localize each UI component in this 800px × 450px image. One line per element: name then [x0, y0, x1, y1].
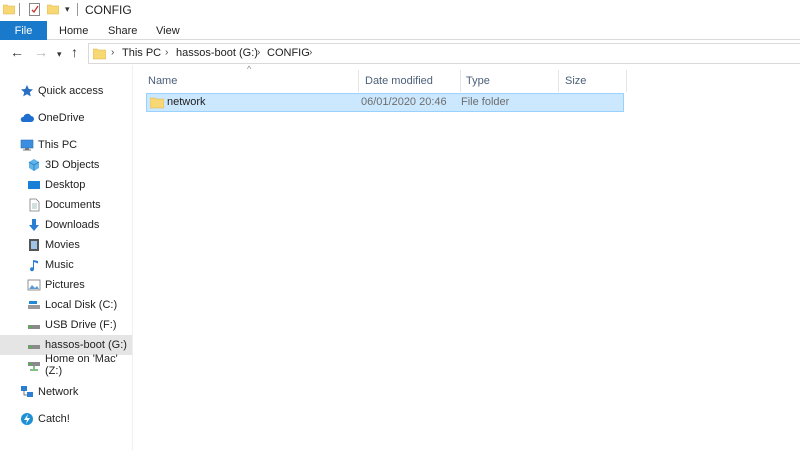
breadcrumb-this-pc[interactable]: This PC	[122, 47, 161, 59]
breadcrumb-chevron-icon[interactable]: ›	[165, 47, 168, 58]
nav-item-label: 3D Objects	[45, 159, 100, 171]
tab-file[interactable]: File	[0, 21, 47, 40]
star-icon	[20, 84, 34, 98]
film-icon	[27, 238, 41, 252]
nav-item-movies[interactable]: Movies	[0, 235, 132, 255]
cloud-icon	[20, 111, 34, 125]
tab-view[interactable]: View	[156, 21, 180, 40]
nav-item-label: Documents	[45, 199, 101, 211]
nav-item-usb-drive[interactable]: USB Drive (F:)	[0, 315, 132, 335]
nav-item-label: OneDrive	[38, 112, 85, 124]
network-drive-icon	[27, 358, 41, 372]
nav-item-label: Home on 'Mac' (Z:)	[45, 353, 118, 377]
column-divider[interactable]	[460, 70, 461, 92]
divider	[77, 3, 78, 16]
folder-icon[interactable]	[3, 3, 15, 15]
window-title: CONFIG	[85, 3, 132, 17]
local-disk-icon	[27, 298, 41, 312]
navigation-pane: Quick access OneDrive This PC 3D Objects…	[0, 65, 133, 450]
table-row[interactable]: network 06/01/2020 20:46 File folder	[146, 93, 624, 112]
picture-icon	[27, 278, 41, 292]
breadcrumb-chevron-icon[interactable]: ›	[257, 47, 260, 58]
title-bar: ▾ CONFIG	[0, 0, 800, 21]
nav-item-onedrive[interactable]: OneDrive	[0, 108, 132, 128]
music-note-icon	[27, 258, 41, 272]
nav-item-label: Catch!	[38, 413, 70, 425]
tab-share[interactable]: Share	[108, 21, 137, 40]
download-arrow-icon	[27, 218, 41, 232]
file-type: File folder	[461, 96, 510, 108]
properties-icon[interactable]	[29, 3, 40, 16]
column-header-name[interactable]: Name	[148, 68, 177, 94]
nav-item-music[interactable]: Music	[0, 255, 132, 275]
cube-icon	[27, 158, 41, 172]
back-arrow-icon[interactable]: ←	[10, 44, 24, 60]
catch-icon	[20, 412, 34, 426]
usb-drive-icon	[27, 318, 41, 332]
navigation-bar: ← → ▾ ↑ › This PC › hassos-boot (G:) › C…	[0, 41, 800, 65]
column-divider[interactable]	[358, 70, 359, 92]
nav-item-downloads[interactable]: Downloads	[0, 215, 132, 235]
column-header-label: Type	[466, 75, 490, 87]
divider	[19, 3, 20, 16]
breadcrumb-chevron-icon[interactable]: ›	[309, 47, 312, 58]
folder-icon	[93, 48, 106, 60]
nav-item-hassos-boot[interactable]: hassos-boot (G:)	[0, 335, 132, 355]
monitor-icon	[20, 138, 34, 152]
file-name: network	[167, 96, 206, 108]
nav-item-label: Movies	[45, 239, 80, 251]
nav-item-label: Desktop	[45, 179, 86, 191]
file-date-modified: 06/01/2020 20:46	[361, 96, 447, 108]
nav-item-label: Network	[38, 386, 79, 398]
nav-item-label: hassos-boot (G:)	[45, 339, 127, 351]
file-list: Name ^ Date modified Type Size network 0…	[140, 64, 800, 450]
nav-item-desktop[interactable]: Desktop	[0, 175, 132, 195]
ribbon-tabs: File Home Share View	[0, 21, 800, 40]
breadcrumb-hassos-boot[interactable]: hassos-boot (G:)	[176, 47, 258, 59]
breadcrumb-config[interactable]: CONFIG	[267, 47, 310, 59]
customize-toolbar-chevron-icon[interactable]: ▾	[65, 4, 70, 14]
nav-item-label: Music	[45, 259, 74, 271]
column-header-type[interactable]: Type	[466, 68, 490, 94]
column-header-label: Date modified	[365, 75, 433, 87]
nav-item-label: Local Disk (C:)	[45, 299, 118, 311]
column-header-label: Size	[565, 75, 587, 87]
nav-item-quick-access[interactable]: Quick access	[0, 81, 132, 101]
nav-item-documents[interactable]: Documents	[0, 195, 132, 215]
new-folder-icon[interactable]	[47, 3, 59, 15]
recent-locations-chevron-icon[interactable]: ▾	[57, 46, 62, 62]
desktop-icon	[27, 178, 41, 192]
nav-item-label: Pictures	[45, 279, 85, 291]
folder-icon	[150, 97, 164, 109]
nav-item-label: Quick access	[38, 85, 104, 97]
nav-item-3d-objects[interactable]: 3D Objects	[0, 155, 132, 175]
nav-item-pictures[interactable]: Pictures	[0, 275, 132, 295]
nav-item-this-pc[interactable]: This PC	[0, 135, 132, 155]
tab-home[interactable]: Home	[59, 21, 88, 40]
nav-item-local-disk[interactable]: Local Disk (C:)	[0, 295, 132, 315]
nav-item-label: This PC	[38, 139, 78, 151]
drive-icon	[27, 338, 41, 352]
column-divider[interactable]	[558, 70, 559, 92]
column-header-size[interactable]: Size	[565, 68, 586, 94]
nav-item-catch[interactable]: Catch!	[0, 409, 132, 429]
nav-item-label: USB Drive (F:)	[45, 319, 117, 331]
document-icon	[27, 198, 41, 212]
breadcrumb-chevron-icon[interactable]: ›	[111, 47, 114, 58]
forward-arrow-icon[interactable]: →	[34, 44, 48, 60]
column-header-label: Name	[148, 75, 178, 87]
column-header-date-modified[interactable]: Date modified	[365, 68, 433, 94]
nav-item-home-on-mac[interactable]: Home on 'Mac' (Z:)	[0, 353, 132, 377]
nav-item-label: Downloads	[45, 219, 100, 231]
sort-ascending-icon: ^	[247, 64, 252, 74]
column-divider[interactable]	[626, 70, 627, 92]
network-icon	[20, 385, 34, 399]
up-arrow-icon[interactable]: ↑	[71, 44, 78, 60]
address-bar[interactable]: › This PC › hassos-boot (G:) › CONFIG ›	[88, 43, 800, 64]
nav-item-network[interactable]: Network	[0, 382, 132, 402]
